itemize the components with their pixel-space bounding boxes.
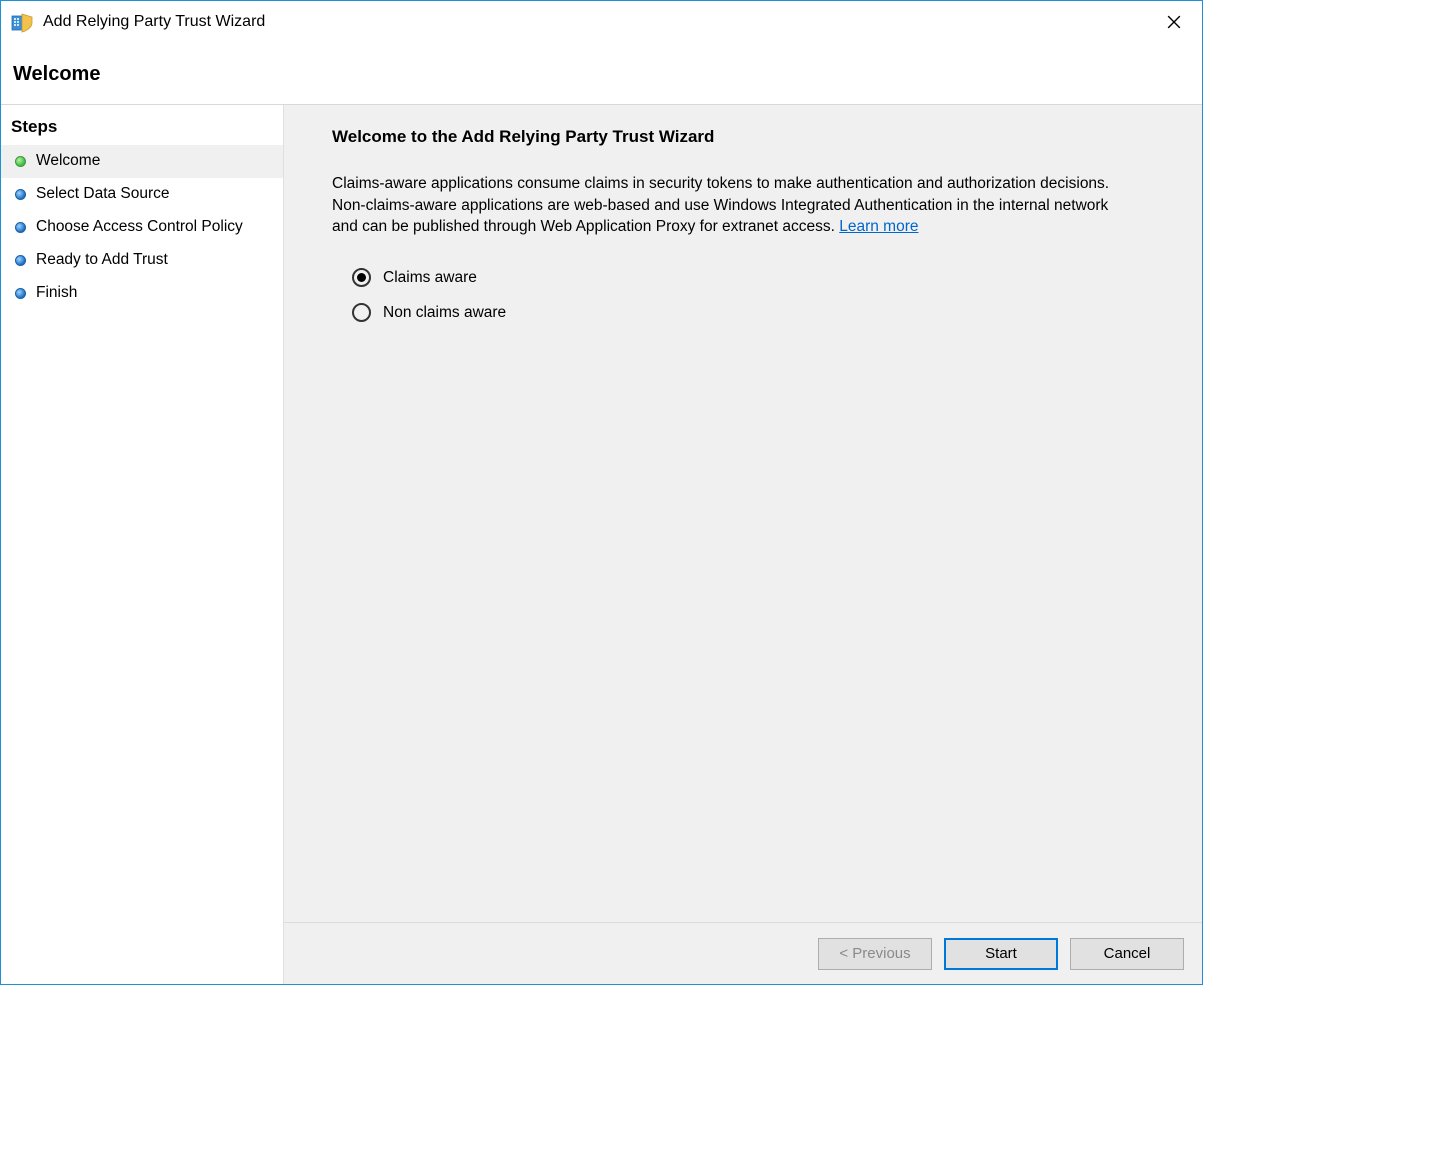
titlebar: Add Relying Party Trust Wizard [1, 1, 1202, 43]
wizard-footer: < Previous Start Cancel [284, 922, 1202, 984]
description-body: Claims-aware applications consume claims… [332, 175, 1109, 235]
cancel-button[interactable]: Cancel [1070, 938, 1184, 970]
step-choose-access-policy[interactable]: Choose Access Control Policy [1, 211, 283, 244]
wizard-window: Add Relying Party Trust Wizard Welcome S… [0, 0, 1203, 985]
body: Steps Welcome Select Data Source Choose … [1, 105, 1202, 984]
description-text: Claims-aware applications consume claims… [332, 173, 1112, 238]
close-button[interactable] [1154, 6, 1194, 38]
page-title: Welcome [13, 63, 1202, 86]
step-welcome[interactable]: Welcome [1, 145, 283, 178]
bullet-pending-icon [15, 288, 26, 299]
radio-label: Non claims aware [383, 304, 506, 322]
steps-sidebar: Steps Welcome Select Data Source Choose … [1, 105, 283, 984]
steps-header: Steps [1, 113, 283, 145]
learn-more-link[interactable]: Learn more [839, 218, 918, 235]
previous-button[interactable]: < Previous [818, 938, 932, 970]
app-icon [11, 11, 33, 33]
radio-claims-aware[interactable]: Claims aware [352, 268, 1170, 287]
page-header: Welcome [1, 43, 1202, 105]
content-title: Welcome to the Add Relying Party Trust W… [332, 127, 1170, 147]
step-label: Finish [36, 283, 273, 304]
window-title: Add Relying Party Trust Wizard [43, 13, 1154, 31]
step-select-data-source[interactable]: Select Data Source [1, 178, 283, 211]
bullet-pending-icon [15, 189, 26, 200]
radio-label: Claims aware [383, 269, 477, 287]
bullet-pending-icon [15, 222, 26, 233]
step-label: Select Data Source [36, 184, 273, 205]
main-content: Welcome to the Add Relying Party Trust W… [284, 105, 1202, 922]
bullet-pending-icon [15, 255, 26, 266]
radio-icon [352, 303, 371, 322]
step-label: Ready to Add Trust [36, 250, 273, 271]
radio-non-claims-aware[interactable]: Non claims aware [352, 303, 1170, 322]
bullet-current-icon [15, 156, 26, 167]
step-finish[interactable]: Finish [1, 277, 283, 310]
main-panel: Welcome to the Add Relying Party Trust W… [283, 105, 1202, 984]
step-ready-to-add-trust[interactable]: Ready to Add Trust [1, 244, 283, 277]
start-button[interactable]: Start [944, 938, 1058, 970]
app-type-radio-group: Claims aware Non claims aware [352, 268, 1170, 322]
step-label: Choose Access Control Policy [36, 217, 273, 238]
radio-icon [352, 268, 371, 287]
step-label: Welcome [36, 151, 273, 172]
